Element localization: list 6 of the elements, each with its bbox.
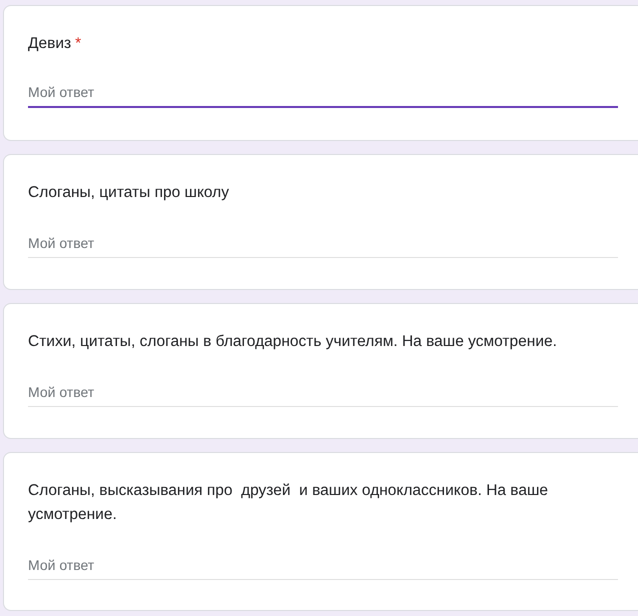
- question-title: Слоганы, высказывания про друзей и ваших одноклассников. На ваше усмотрение.: [28, 481, 550, 525]
- question-title: Стихи, цитаты, слоганы в благодарность учителям. На ваше усмотрение.: [28, 332, 557, 352]
- required-asterisk: *: [75, 34, 82, 54]
- answer-field[interactable]: Мой ответ: [28, 80, 618, 108]
- question-title: Девиз: [28, 34, 72, 54]
- question-title: Слоганы, цитаты про школу: [28, 183, 229, 203]
